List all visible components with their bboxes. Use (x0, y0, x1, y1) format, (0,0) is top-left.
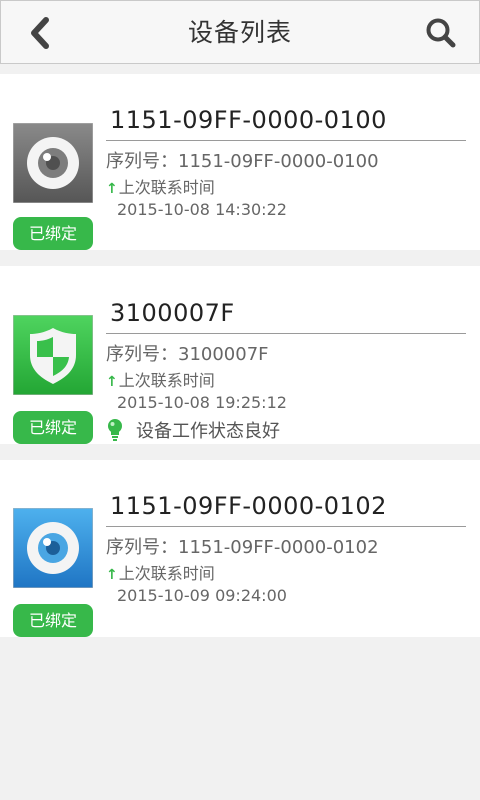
device-status: 设备工作状态良好 (106, 417, 280, 443)
device-card[interactable]: 已绑定 3100007F 序列号：3100007F ↑上次联系时间 2015-1… (0, 266, 480, 444)
gray-camera-eye-icon (12, 122, 94, 204)
last-contact-label-text: 上次联系时间 (118, 178, 215, 197)
last-contact-label: ↑上次联系时间 (106, 174, 215, 198)
up-arrow-icon: ↑ (106, 374, 118, 390)
last-contact-label-text: 上次联系时间 (118, 564, 215, 583)
device-serial: 序列号：1151-09FF-0000-0100 (106, 151, 379, 172)
bound-status-badge: 已绑定 (13, 411, 93, 444)
device-status-text: 设备工作状态良好 (136, 421, 280, 442)
last-contact-time: 2015-10-08 19:25:12 (117, 393, 287, 412)
green-shield-icon (12, 314, 94, 396)
blue-camera-eye-icon (12, 507, 94, 589)
device-name: 1151-09FF-0000-0102 (110, 492, 387, 520)
search-button[interactable] (421, 13, 461, 53)
up-arrow-icon: ↑ (106, 181, 118, 197)
device-name: 1151-09FF-0000-0100 (110, 106, 387, 134)
device-card[interactable]: 已绑定 1151-09FF-0000-0100 序列号：1151-09FF-00… (0, 74, 480, 250)
device-card[interactable]: 已绑定 1151-09FF-0000-0102 序列号：1151-09FF-00… (0, 460, 480, 637)
last-contact-time: 2015-10-08 14:30:22 (117, 200, 287, 219)
device-serial: 序列号：3100007F (106, 344, 269, 365)
divider (106, 333, 466, 334)
divider (106, 140, 466, 141)
device-name: 3100007F (110, 299, 235, 327)
last-contact-time: 2015-10-09 09:24:00 (117, 586, 287, 605)
search-icon (426, 18, 456, 48)
last-contact-label: ↑上次联系时间 (106, 367, 215, 391)
last-contact-label: ↑上次联系时间 (106, 560, 215, 584)
up-arrow-icon: ↑ (106, 567, 118, 583)
page-title: 设备列表 (187, 18, 292, 47)
bound-status-badge: 已绑定 (13, 604, 93, 637)
top-bar: 设备列表 (0, 0, 480, 64)
device-serial: 序列号：1151-09FF-0000-0102 (106, 537, 379, 558)
last-contact-label-text: 上次联系时间 (118, 371, 215, 390)
divider (106, 526, 466, 527)
lightbulb-icon (108, 419, 122, 441)
bound-status-badge: 已绑定 (13, 217, 93, 250)
